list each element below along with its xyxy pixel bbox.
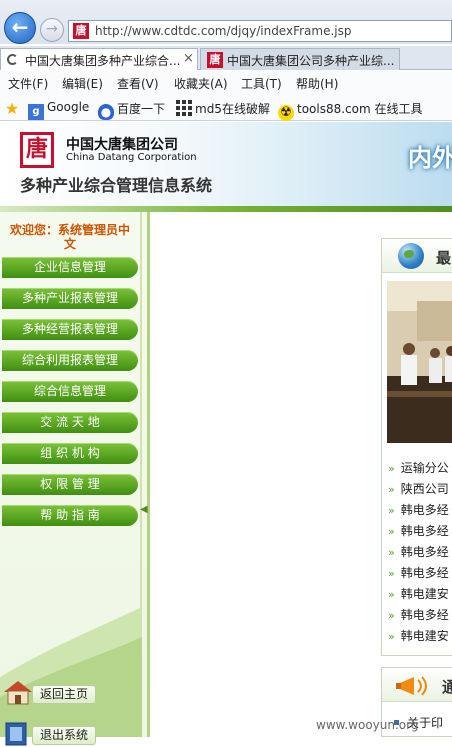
chevron-right-icon: »: [388, 483, 395, 496]
chevron-right-icon: »: [388, 609, 395, 622]
nav-industry-report[interactable]: 多种产业报表管理: [2, 288, 138, 309]
news-title: 韩电多经: [400, 608, 449, 622]
menu-tools[interactable]: 工具(T): [241, 75, 282, 92]
tab-label: 中国大唐集团多种产业综合...: [25, 54, 181, 68]
menu-edit[interactable]: 编辑(E): [62, 75, 103, 92]
favorite-google[interactable]: g Google: [28, 100, 89, 120]
chevron-right-icon: »: [388, 462, 395, 475]
tab-label: 中国大唐集团公司多种产业综...: [227, 54, 395, 68]
menu-view[interactable]: 查看(V): [117, 75, 159, 92]
tab-inactive[interactable]: 唐 中国大唐集团公司多种产业综...: [200, 48, 400, 70]
site-favicon-icon: 唐: [73, 23, 89, 39]
chevron-right-icon: »: [388, 504, 395, 517]
favorite-tools88[interactable]: ☢ tools88.com 在线工具: [278, 100, 423, 121]
news-panel-header: 最: [382, 239, 452, 273]
favorite-label: Google: [47, 100, 90, 114]
favorites-bar: ★ g Google ● 百度一下 md5在线破解 ☢ tools88.com 在线工…: [0, 93, 452, 121]
site-header: 唐 中国大唐集团公司 China Datang Corporation 多种产业…: [0, 122, 452, 212]
menu-file[interactable]: 文件(F): [8, 75, 48, 92]
site-favicon-icon: 唐: [207, 52, 223, 68]
news-panel-title: 最: [436, 249, 452, 267]
nav-enterprise-info[interactable]: 企业信息管理: [2, 257, 138, 278]
news-item[interactable]: » 韩电多经: [388, 543, 449, 563]
back-button[interactable]: ←: [4, 12, 36, 44]
nav-business-report[interactable]: 多种经营报表管理: [2, 319, 138, 340]
logout-link-label: 退出系统: [32, 726, 96, 745]
star-icon: ★: [4, 99, 20, 118]
logo-company-name: 中国大唐集团公司: [66, 137, 178, 153]
sidebar-decoration: [0, 607, 142, 737]
menu-bar: 文件(F) 编辑(E) 查看(V) 收藏夹(A) 工具(T) 帮助(H): [0, 71, 452, 93]
news-title: 韩电建安: [400, 629, 449, 643]
baidu-paw-icon: ●: [98, 104, 114, 120]
notice-panel-header: 通: [382, 668, 452, 702]
favorite-label: tools88.com 在线工具: [297, 102, 423, 116]
chevron-right-icon: »: [388, 630, 395, 643]
news-title: 韩电建安: [400, 587, 449, 601]
news-title: 韩电多经: [400, 566, 449, 580]
news-item[interactable]: » 韩电建安: [388, 585, 449, 605]
news-panel: 最 » 运输分公 » 陕西公司 » 韩电多经 » 韩电多经 » 韩电多经 » 韩电多经 » 韩…: [381, 238, 452, 656]
news-title: 运输分公: [400, 461, 449, 475]
forward-button[interactable]: →: [40, 18, 64, 42]
add-favorite-button[interactable]: ★: [4, 100, 23, 117]
home-link-label: 返回主页: [32, 685, 96, 704]
news-title: 陕西公司: [400, 482, 449, 496]
favorite-baidu[interactable]: ● 百度一下: [98, 100, 165, 120]
main-content: 最 » 运输分公 » 陕西公司 » 韩电多经 » 韩电多经 » 韩电多经 » 韩电多经 » 韩…: [153, 212, 452, 737]
chevron-right-icon: »: [388, 546, 395, 559]
news-item[interactable]: » 运输分公: [388, 459, 449, 479]
menu-favorites[interactable]: 收藏夹(A): [174, 75, 228, 92]
news-title: 韩电多经: [400, 503, 449, 517]
back-arrow-icon: ←: [11, 15, 29, 39]
globe-icon: [398, 243, 424, 269]
radiation-icon: ☢: [278, 105, 294, 121]
forward-arrow-icon: →: [46, 21, 58, 37]
tab-active[interactable]: 中国大唐集团多种产业综合... ×: [0, 48, 198, 70]
news-item[interactable]: » 韩电多经: [388, 522, 449, 542]
news-item[interactable]: » 韩电建安: [388, 627, 449, 647]
sidebar: 欢迎您：系统管理员中文 企业信息管理 多种产业报表管理 多种经营报表管理 综合利…: [0, 212, 150, 746]
datang-logo-icon: 唐: [20, 132, 54, 168]
news-item[interactable]: » 韩电多经: [388, 606, 449, 626]
nav-forum[interactable]: 交 流 天 地: [2, 412, 138, 433]
loading-spinner-icon: [7, 54, 18, 65]
header-banner-text: 内外: [408, 144, 452, 172]
news-item[interactable]: » 陕西公司: [388, 480, 449, 500]
favorite-label: 百度一下: [117, 102, 166, 116]
watermark: www.wooyun.org: [316, 718, 419, 732]
nav-utilization-report[interactable]: 综合利用报表管理: [2, 350, 138, 371]
news-title: 韩电多经: [400, 524, 449, 538]
favorite-label: md5在线破解: [195, 102, 270, 116]
system-title: 多种产业综合管理信息系统: [20, 176, 213, 195]
url-text: http://www.cdtdc.com/djqy/indexFrame.jsp: [95, 24, 352, 38]
news-item[interactable]: » 韩电多经: [388, 501, 449, 521]
nav-general-info[interactable]: 综合信息管理: [2, 381, 138, 402]
url-input[interactable]: 唐 http://www.cdtdc.com/djqy/indexFrame.j…: [68, 20, 452, 42]
tab-close-icon[interactable]: ×: [183, 51, 194, 66]
news-item[interactable]: » 韩电多经: [388, 564, 449, 584]
news-photo[interactable]: [387, 281, 452, 443]
collapse-sidebar-icon[interactable]: ◀: [140, 503, 150, 517]
megaphone-icon: [396, 676, 427, 696]
house-icon: [4, 681, 32, 705]
tab-bar: 中国大唐集团多种产业综合... × 唐 中国大唐集团公司多种产业综...: [0, 46, 452, 70]
logo-company-name-en: China Datang Corporation: [66, 152, 197, 163]
nav-organization[interactable]: 组 织 机 构: [2, 443, 138, 464]
google-icon: g: [28, 104, 44, 120]
notice-panel-title: 通: [442, 676, 452, 697]
nav-permissions[interactable]: 权 限 管 理: [2, 474, 138, 495]
exit-icon: [5, 722, 27, 746]
favorite-md5[interactable]: md5在线破解: [176, 100, 270, 117]
address-bar: ← → 唐 http://www.cdtdc.com/djqy/indexFra…: [0, 0, 452, 44]
chevron-right-icon: »: [388, 588, 395, 601]
menu-help[interactable]: 帮助(H): [296, 75, 338, 92]
chevron-right-icon: »: [388, 525, 395, 538]
grid-icon: [176, 100, 192, 116]
nav-help[interactable]: 帮 助 指 南: [2, 505, 138, 526]
welcome-text: 欢迎您：系统管理员中文: [9, 223, 130, 251]
chevron-right-icon: »: [388, 567, 395, 580]
news-title: 韩电多经: [400, 545, 449, 559]
